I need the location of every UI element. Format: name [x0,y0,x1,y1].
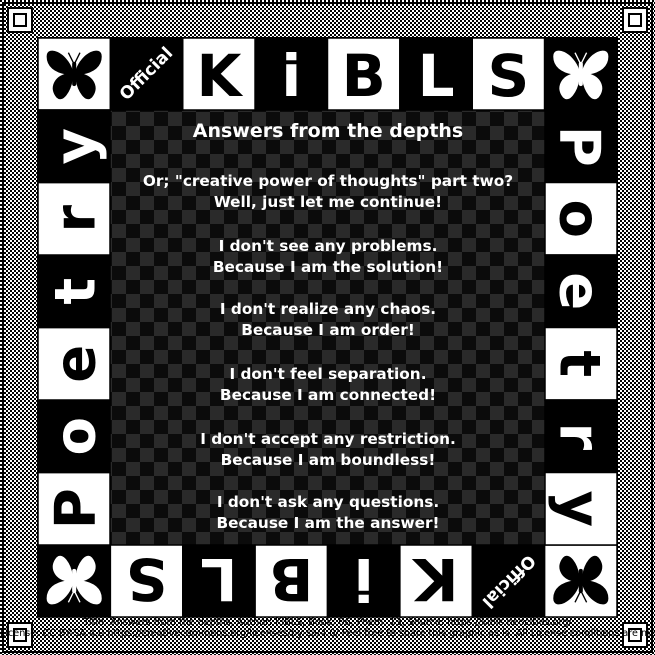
poem-line: Because I am connected! [219,386,437,404]
brand-letter-tile: K [399,544,473,618]
butterfly-tile [543,544,618,618]
brand-letter-tile: i [326,544,401,618]
butterfly-tile [37,544,112,618]
brand-letter-tile: L [182,544,256,618]
corner-ornament [7,7,33,33]
stanza: I don't accept any restriction. Because … [118,429,538,471]
poetry-graphic: Official Ki B L S S L Bi K Official Poetry Poetr… [0,0,655,655]
poetry-letter-tile: r [544,399,618,474]
poem-line: Or; "creative power of thoughts" part tw… [142,172,514,190]
left-tile-column: Poe t r y [37,109,111,546]
poetry-letter-tile: P [37,471,111,546]
footer-license-line: License: CC BY-SA 4.0 https://creativeco… [0,628,655,639]
poem-line: Because I am the answer! [216,514,440,532]
poetry-letter-tile: e [544,254,618,329]
poetry-letter-tile: y [37,109,111,184]
tile-letter: K [196,42,243,110]
butterfly-tile [543,37,618,111]
corner-ornament [622,7,648,33]
poem-line: Because I am boundless! [220,451,436,469]
stanza: I don't see any problems. Because I am t… [118,236,538,278]
tile-letter: e [44,345,109,383]
official-tile: Official [109,37,184,111]
tile-letter: P [44,488,109,529]
poetry-letter-tile: o [544,181,618,256]
poetry-letter-tile: t [37,254,111,329]
tile-letter: B [342,42,386,110]
tile-letter: t [44,278,109,305]
poem-line: I don't accept any restriction. [200,430,456,448]
poem: Answers from the depths Or; "creative po… [118,110,538,544]
stanza: I don't feel separation. Because I am co… [118,364,538,406]
poem-line: Because I am order! [241,321,415,339]
poem-line: I don't feel separation. [229,365,427,383]
tile-letter: L [418,42,455,110]
stanza: I don't realize any chaos. Because I am … [118,299,538,341]
tile-letter: P [547,126,612,167]
poetry-letter-tile: o [37,399,111,474]
right-tile-column: Poe t r y [544,109,618,546]
brand-letter-tile: i [254,37,329,111]
tile-letter: o [44,417,109,455]
tile-letter: S [488,42,530,110]
poem-title: Answers from the depths [192,120,464,142]
top-tile-row: Official Ki B L S [37,37,618,111]
brand-letter-tile: S [471,37,546,111]
brand-letter-tile: L [399,37,473,111]
tile-letter: i [354,545,374,613]
poem-line: I don't see any problems. [218,237,438,255]
footer-credit-line: Title: Answers from the depths, Author: … [83,617,572,628]
tile-letter: L [200,545,237,613]
stanza: Or; "creative power of thoughts" part tw… [118,171,538,213]
poem-line: Because I am the solution! [212,258,444,276]
poetry-letter-tile: P [544,109,618,184]
poetry-letter-tile: t [544,326,618,401]
poem-line: I don't ask any questions. [216,493,440,511]
bottom-tile-row: S L Bi K Official [37,544,618,618]
tile-letter: i [281,42,301,110]
tile-letter: r [44,205,109,233]
tile-letter: y [44,128,109,165]
tile-letter: r [547,422,612,450]
brand-letter-tile: K [182,37,256,111]
tile-letter: t [547,350,612,377]
poetry-letter-tile: y [544,471,618,546]
tile-letter: o [547,200,612,238]
tile-letter: S [126,545,168,613]
stanza: I don't ask any questions. Because I am … [118,492,538,534]
brand-letter-tile: B [254,544,329,618]
tile-letter: e [547,272,612,310]
brand-letter-tile: B [326,37,401,111]
poem-line: Well, just let me continue! [213,193,443,211]
poetry-letter-tile: r [37,181,111,256]
brand-letter-tile: S [109,544,184,618]
poetry-letter-tile: e [37,326,111,401]
tile-letter: B [269,545,313,613]
butterfly-tile [37,37,112,111]
tile-letter: K [412,545,459,613]
tile-letter: y [547,490,612,527]
poem-line: I don't realize any chaos. [219,300,437,318]
official-tile: Official [471,544,546,618]
